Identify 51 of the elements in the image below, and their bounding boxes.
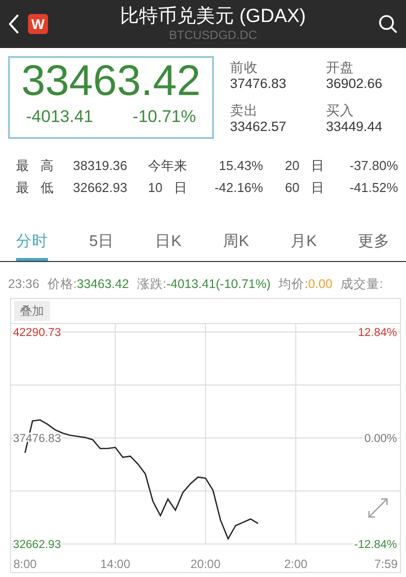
field-label: 前收: [230, 60, 259, 76]
chart-tab[interactable]: 分时: [16, 230, 48, 262]
stat-value: -37.80%: [348, 157, 398, 175]
field-value: 33449.44: [326, 118, 384, 134]
percent-label: 12.84%: [358, 327, 397, 339]
x-axis-label: 7:59: [374, 557, 398, 571]
x-axis-label: 2:00: [284, 557, 308, 571]
change-percent: -10.71%: [132, 106, 196, 128]
chart-tab[interactable]: 5日: [89, 230, 114, 262]
x-axis-label: 20:00: [190, 557, 221, 571]
field-label: 开盘: [326, 60, 355, 76]
stat-value: 15.43%: [218, 157, 263, 175]
logo-icon[interactable]: W: [28, 14, 48, 34]
info-text: 价格:33463.42: [47, 276, 129, 294]
stat-value: 38319.36: [73, 157, 128, 175]
price: 33463.42: [21, 58, 201, 104]
back-icon[interactable]: [8, 12, 20, 36]
stat-label: 10 日: [148, 179, 188, 197]
stat-value: -42.16%: [214, 179, 263, 197]
stat-value: 32662.93: [73, 179, 128, 197]
info-text: 23:36: [8, 276, 40, 294]
stat-label: 最 低: [16, 179, 55, 197]
x-axis-label: 14:00: [100, 557, 130, 571]
window-title: 比特币兑美元 (GDAX): [120, 6, 306, 28]
info-text: 涨跌:-4013.41(-10.71%): [136, 276, 271, 294]
percent-label: 0.00%: [364, 433, 397, 445]
x-axis-label: 8:00: [13, 557, 37, 571]
stat-label: 最 高: [16, 157, 55, 175]
stat-value: -41.52%: [348, 179, 398, 197]
search-icon[interactable]: [378, 12, 398, 36]
chart-tab[interactable]: 周K: [222, 230, 250, 262]
overlay-button[interactable]: 叠加: [14, 301, 50, 321]
y-axis-label: 32662.93: [13, 539, 61, 551]
field-label: 买入: [326, 102, 355, 118]
y-axis-label: 42290.73: [13, 327, 61, 339]
field-label: 卖出: [230, 102, 259, 118]
change-amount: -4013.41: [26, 106, 94, 128]
expand-icon[interactable]: [368, 498, 388, 518]
chart-tab[interactable]: 日K: [155, 230, 182, 262]
stat-label: 今年来: [148, 157, 188, 175]
symbol-code: BTCUSDGD.DC: [168, 28, 257, 42]
info-text: 成交量:: [340, 276, 383, 294]
chart-tab[interactable]: 更多: [358, 230, 390, 262]
stat-label: 20 日: [285, 157, 320, 175]
info-text: 均价:0.00: [278, 276, 332, 294]
percent-label: -12.84%: [354, 539, 397, 551]
field-value: 36902.66: [326, 76, 384, 92]
stat-label: 60 日: [285, 179, 320, 197]
chart-tab[interactable]: 月K: [290, 230, 317, 262]
field-value: 37476.83: [230, 76, 288, 92]
field-value: 33462.57: [230, 118, 288, 134]
